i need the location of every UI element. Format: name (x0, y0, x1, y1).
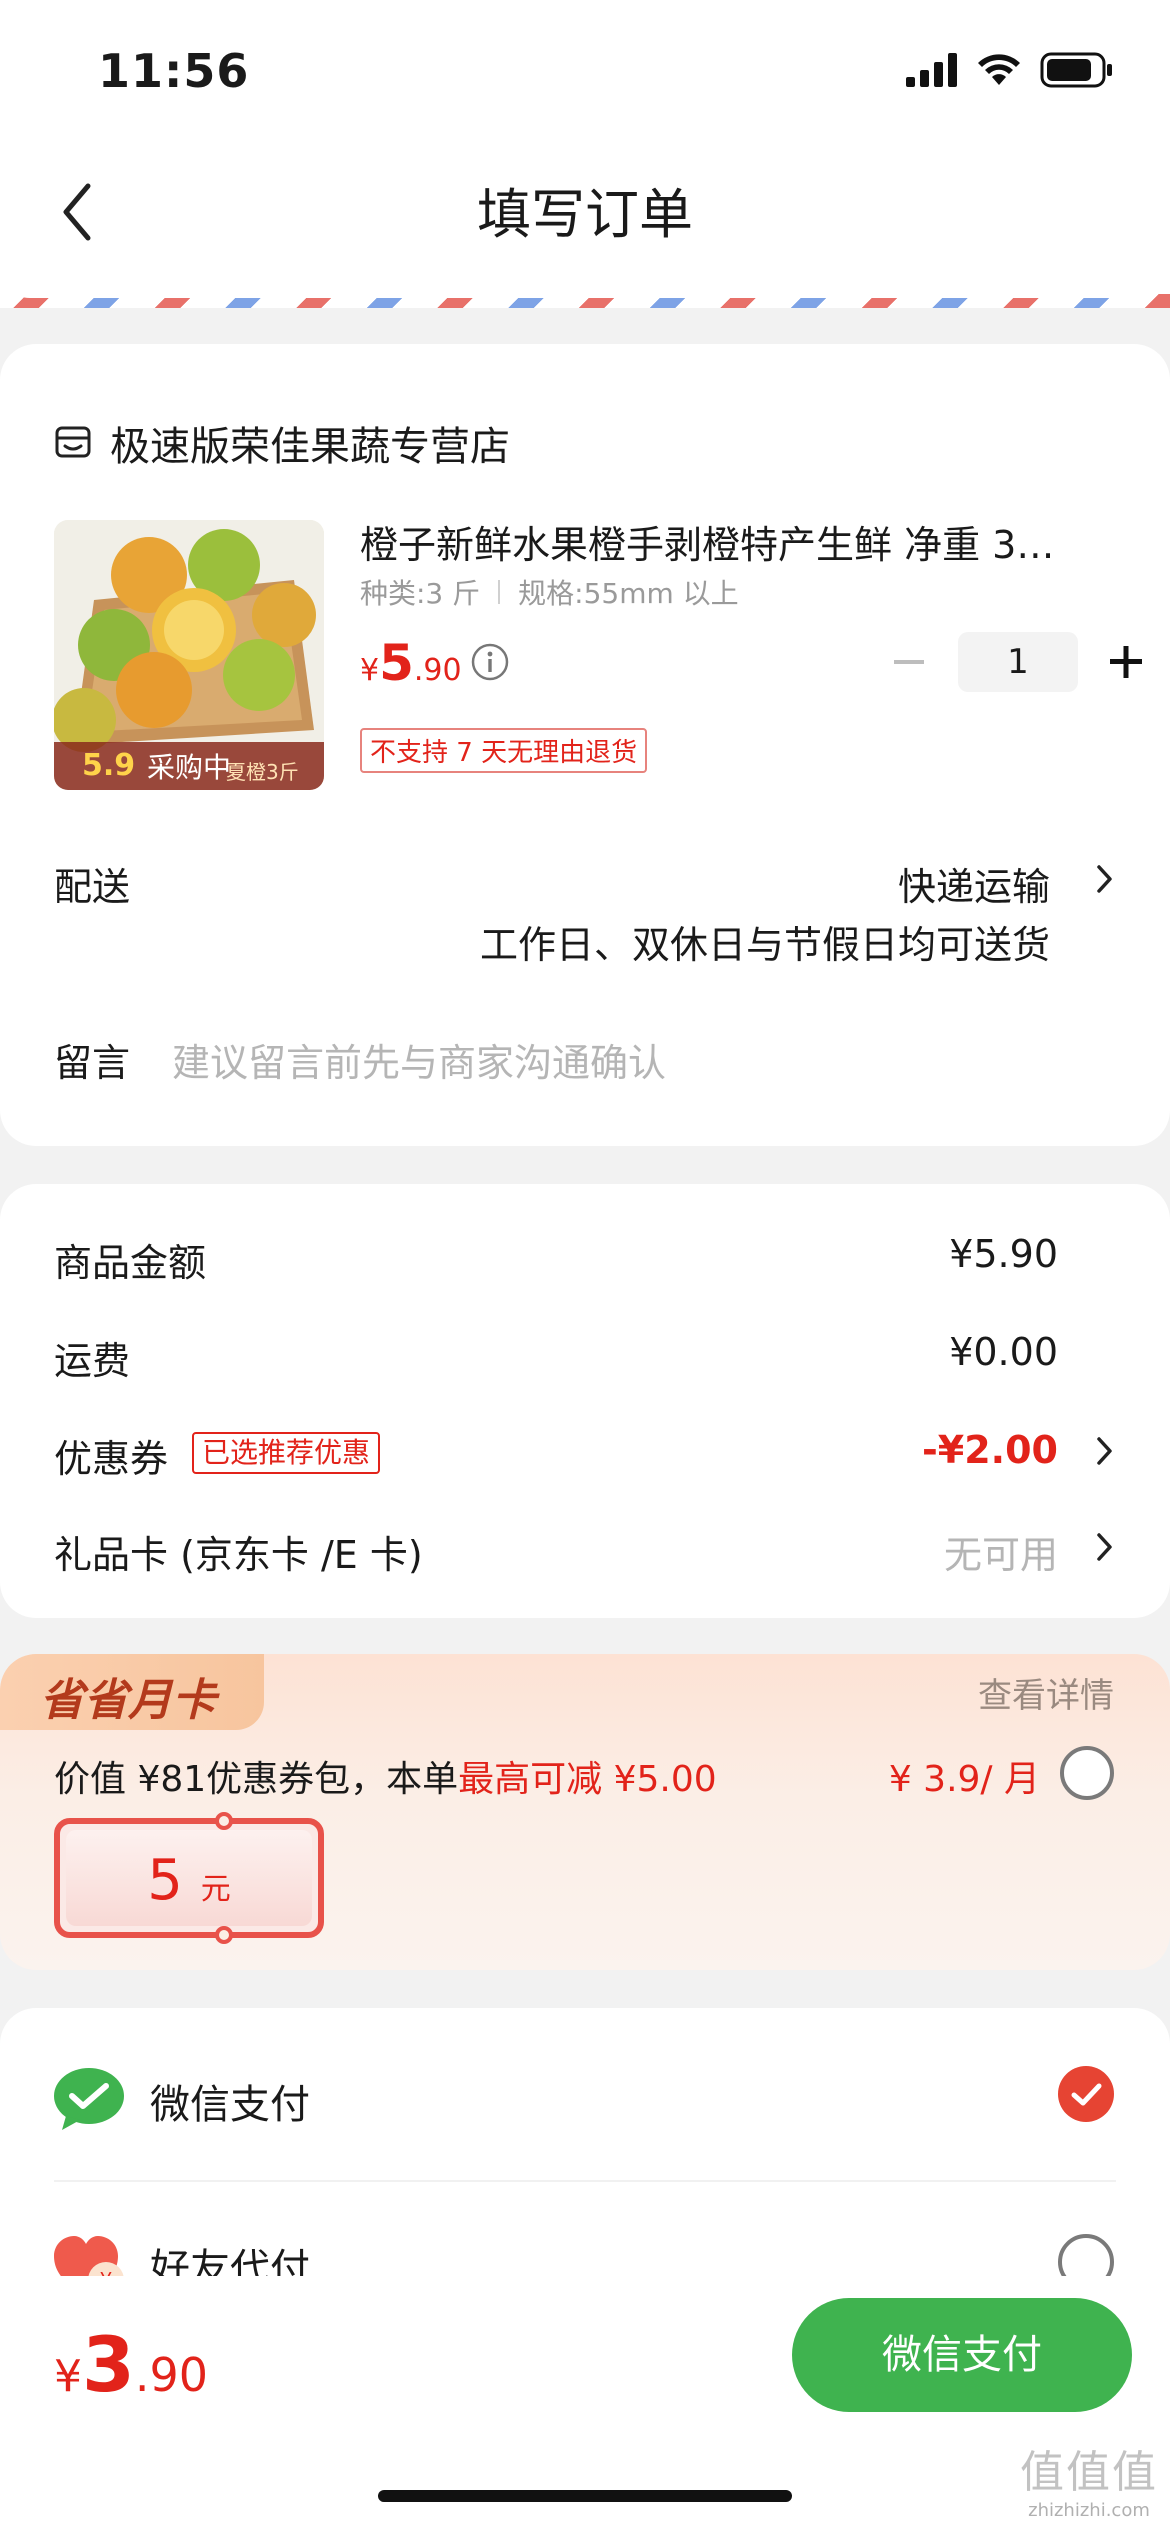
return-policy-tag: 不支持 7 天无理由退货 (360, 728, 648, 773)
monthly-card-section: 省省月卡 查看详情 价值 ¥81优惠券包，本单最高可减 ¥5.00 ¥ 3.9/… (0, 1654, 1170, 1970)
voucher-notch (215, 1812, 233, 1830)
voucher-inner: 5 元 (66, 1830, 312, 1926)
signal-icon (906, 53, 957, 87)
store-header[interactable]: 极速版荣佳果蔬专营店 (54, 414, 510, 472)
store-icon (55, 426, 91, 458)
total-price: ¥ 3 .90 (54, 2320, 208, 2409)
total-currency: ¥ (54, 2351, 82, 2402)
monthly-card-badge-text: 省省月卡 (40, 1675, 216, 1726)
monthly-card-radio[interactable] (1060, 1746, 1114, 1800)
submit-pay-button[interactable]: 微信支付 (792, 2298, 1132, 2412)
monthly-card-desc: 价值 ¥81优惠券包，本单最高可减 ¥5.00 (54, 1750, 717, 1802)
watermark-url: zhizhizhi.com (1028, 2500, 1150, 2521)
check-icon (1071, 2083, 1102, 2106)
chevron-right-icon[interactable] (1094, 862, 1116, 896)
spec-divider (498, 580, 501, 604)
product-spec: 种类:3 斤 规格:55mm 以上 (360, 572, 739, 612)
monthly-card-desc-highlight: 最高可减 ¥5.00 (458, 1759, 717, 1800)
spec-type: 种类:3 斤 (360, 577, 481, 610)
shipping-label: 运费 (54, 1339, 131, 1383)
quantity-stepper: 1 (876, 632, 1160, 692)
store-card: 极速版荣佳果蔬专营店 5.9 夏橙3斤 采购中 橙子新鲜水果橙手剥橙特产生鲜 净… (0, 344, 1170, 1146)
coupon-label: 优惠券 (54, 1437, 169, 1481)
spec-size: 规格:55mm 以上 (518, 577, 739, 610)
chevron-right-icon[interactable] (1094, 1434, 1116, 1468)
amount-card: 商品金额 ¥5.90 运费 ¥0.00 优惠券 已选推荐优惠 -¥2.00 礼品… (0, 1184, 1170, 1618)
goods-amount-label: 商品金额 (54, 1241, 207, 1285)
view-details-link[interactable]: 查看详情 (978, 1668, 1114, 1717)
wechat-pay-option[interactable]: 微信支付 (0, 2008, 1170, 2180)
product-price: ¥ 5 .90 (360, 634, 462, 692)
giftcard-label: 礼品卡 (京东卡 /E 卡) (54, 1533, 423, 1577)
watermark: 值值值 zhizhizhi.com (1020, 2436, 1158, 2521)
home-indicator (378, 2490, 792, 2502)
watermark-logo: 值值值 (1020, 2447, 1158, 2498)
chevron-right-icon[interactable] (1094, 1530, 1116, 1564)
monthly-card-price: ¥ 3.9/ 月 (888, 1759, 1040, 1800)
memo-label: 留言 (54, 1041, 131, 1085)
voucher-value: 5 元 (66, 1848, 312, 1913)
voucher-notch (215, 1926, 233, 1944)
total-integer: 3 (82, 2320, 135, 2409)
delivery-label: 配送 (54, 865, 131, 909)
plus-icon (1110, 646, 1142, 678)
status-icons (906, 52, 1114, 88)
quantity-value[interactable]: 1 (958, 632, 1078, 692)
price-decimal: .90 (413, 653, 462, 688)
goods-amount-value: ¥5.90 (949, 1232, 1058, 1276)
increase-button[interactable] (1096, 632, 1160, 692)
voucher-unit: 元 (200, 1872, 231, 1907)
monthly-card-badge: 省省月卡 (0, 1654, 264, 1730)
shipping-value: ¥0.00 (949, 1330, 1058, 1374)
voucher-amount: 5 (147, 1848, 183, 1913)
product-image[interactable]: 5.9 夏橙3斤 采购中 (54, 520, 324, 790)
image-overlay: 采购中 (146, 751, 231, 784)
page-title: 填写订单 (477, 183, 693, 246)
decrease-button[interactable] (876, 632, 940, 692)
price-integer: 5 (379, 634, 414, 692)
status-time: 11:56 (98, 44, 250, 98)
coupon-recommend-tag: 已选推荐优惠 (192, 1432, 381, 1474)
header-bottom (0, 268, 1170, 298)
wechat-pay-label: 微信支付 (150, 2082, 310, 2128)
battery-icon (1040, 52, 1112, 88)
info-icon[interactable] (470, 642, 510, 686)
memo-input[interactable]: 建议留言前先与商家沟通确认 (172, 1032, 666, 1087)
delivery-note: 工作日、双休日与节假日均可送货 (479, 923, 1050, 967)
product-title[interactable]: 橙子新鲜水果橙手剥橙特产生鲜 净重 3… (360, 514, 1100, 569)
minus-icon (894, 660, 924, 664)
monthly-card-desc-prefix: 价值 ¥81优惠券包，本单 (54, 1759, 459, 1800)
delivery-method[interactable]: 快递运输 (898, 856, 1050, 911)
wechat-pay-icon (54, 2068, 124, 2130)
price-currency: ¥ (360, 653, 380, 688)
wifi-icon (978, 54, 1020, 85)
wechat-pay-check[interactable] (1058, 2066, 1114, 2122)
store-name: 极速版荣佳果蔬专营店 (110, 424, 510, 470)
voucher-chip: 5 元 (54, 1812, 324, 1944)
status-bar: 11:56 (0, 0, 1170, 140)
giftcard-value[interactable]: 无可用 (944, 1524, 1058, 1579)
total-decimal: .90 (134, 2348, 209, 2402)
coupon-value[interactable]: -¥2.00 (922, 1428, 1058, 1472)
